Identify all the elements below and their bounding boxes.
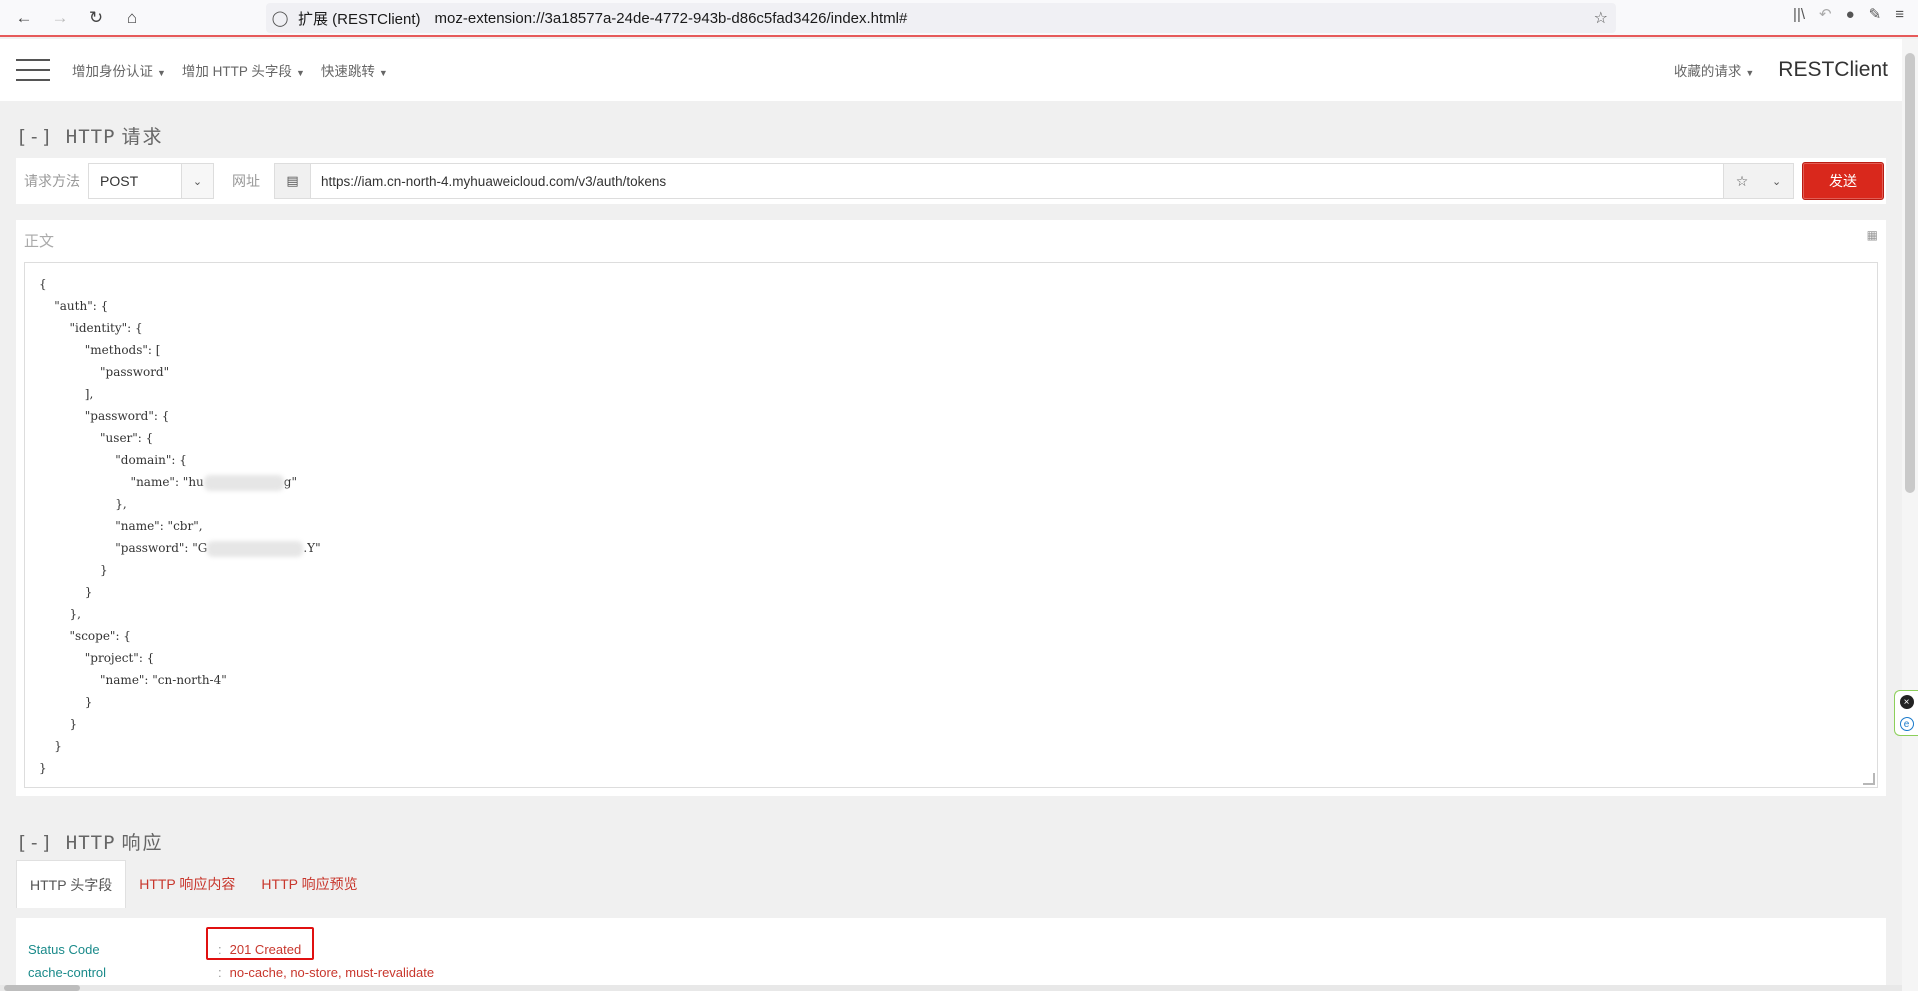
redacted-blur: [207, 540, 304, 557]
tab-response-body[interactable]: HTTP 响应内容: [126, 860, 248, 908]
chevron-down-icon[interactable]: ⌄: [181, 164, 213, 198]
app-header: 增加身份认证 ▼ 增加 HTTP 头字段 ▼ 快速跳转 ▼ 收藏的请求 ▼ RESTCl…: [0, 39, 1902, 101]
url-input[interactable]: ▤ https://iam.cn-north-4.myhuaweicloud.c…: [274, 163, 1794, 199]
code-line: "user": {: [39, 431, 154, 445]
url-label: 网址: [232, 173, 260, 189]
code-line: },: [39, 497, 127, 511]
code-line: "auth": {: [39, 299, 109, 313]
code-line: "password": [39, 365, 170, 379]
send-button[interactable]: 发送: [1802, 162, 1884, 200]
body-textarea[interactable]: { "auth": { "identity": { "methods": [ "…: [24, 262, 1878, 788]
code-line: "domain": {: [39, 453, 187, 467]
hamburger-menu-icon[interactable]: [16, 59, 50, 81]
tab-headers[interactable]: HTTP 头字段: [16, 860, 127, 908]
code-line: }: [39, 695, 93, 709]
header-value: no-cache, no-store, must-revalidate: [229, 965, 435, 980]
code-line: "scope": {: [39, 629, 131, 643]
browser-toolbar-right: ||\ ↶ ● ✎ ≡: [1793, 5, 1904, 24]
extension-label: 扩展 (RESTClient): [298, 10, 421, 28]
library-icon[interactable]: ||\: [1793, 6, 1805, 23]
method-label: 请求方法: [24, 173, 80, 189]
header-key: Status Code: [28, 942, 100, 957]
request-section-title[interactable]: [-] HTTP 请求: [16, 122, 164, 149]
reload-icon[interactable]: ↻: [78, 2, 114, 34]
star-icon: ☆: [1735, 172, 1749, 189]
address-url[interactable]: moz-extension://3a18577a-24de-4772-943b-…: [435, 10, 908, 27]
code-line: }: [39, 585, 93, 599]
method-select[interactable]: POST ⌄: [88, 163, 214, 199]
code-line: }: [39, 717, 78, 731]
code-line: "name": "hu g": [39, 474, 297, 491]
address-bar[interactable]: ◯ 扩展 (RESTClient) moz-extension://3a1857…: [266, 3, 1616, 33]
brand-title: RESTClient: [1778, 58, 1888, 81]
forward-icon[interactable]: →: [42, 2, 78, 34]
code-line: "project": {: [39, 651, 155, 665]
code-line: "password": {: [39, 409, 170, 423]
response-tabs: HTTP 头字段 HTTP 响应内容 HTTP 响应预览: [16, 860, 371, 908]
code-line: }: [39, 563, 108, 577]
favorites-menu[interactable]: 收藏的请求 ▼: [1674, 60, 1754, 80]
request-bar: 请求方法 POST ⌄ 网址 ▤ https://iam.cn-north-4.…: [16, 158, 1886, 204]
chevron-down-icon: ⌄: [1771, 175, 1782, 188]
menu-add-header[interactable]: 增加 HTTP 头字段 ▼: [182, 60, 305, 80]
menu-add-auth[interactable]: 增加身份认证 ▼: [72, 60, 166, 80]
response-section-title[interactable]: [-] HTTP 响应: [16, 828, 164, 855]
home-icon[interactable]: ⌂: [114, 2, 150, 34]
grid-icon[interactable]: ▦: [1867, 228, 1878, 242]
resize-handle-icon[interactable]: [1863, 773, 1875, 785]
side-floating-widget[interactable]: × e: [1894, 690, 1918, 736]
code-line: },: [39, 607, 81, 621]
body-panel: 正文 ▦ { "auth": { "identity": { "methods"…: [16, 220, 1886, 796]
vertical-scrollbar[interactable]: [1902, 39, 1918, 991]
menu-icon[interactable]: ≡: [1895, 6, 1904, 23]
code-line: }: [39, 761, 47, 775]
menu-quick-jump[interactable]: 快速跳转 ▼: [321, 60, 388, 80]
code-line: "password": "G .Y": [39, 540, 321, 557]
code-line: ],: [39, 387, 94, 401]
browser-toolbar: ← → ↻ ⌂ ◯ 扩展 (RESTClient) moz-extension:…: [0, 0, 1918, 37]
undo-icon[interactable]: ↶: [1819, 5, 1832, 23]
tab-response-preview[interactable]: HTTP 响应预览: [248, 860, 370, 908]
shield-icon: ◯: [271, 10, 289, 27]
document-icon: ▤: [275, 164, 311, 198]
header-row-cache-control: cache-control : no-cache, no-store, must-…: [28, 965, 435, 980]
code-line: "identity": {: [39, 321, 143, 335]
body-label: 正文: [24, 233, 55, 250]
status-highlight-box: [206, 927, 314, 960]
horizontal-scrollbar[interactable]: [0, 985, 1902, 991]
close-icon[interactable]: ×: [1899, 695, 1914, 709]
back-icon[interactable]: ←: [6, 2, 42, 34]
bookmark-star-icon[interactable]: ☆: [1594, 8, 1608, 28]
code-line: "methods": [: [39, 343, 161, 357]
code-line: "name": "cn-north-4": [39, 673, 227, 687]
code-line: }: [39, 739, 62, 753]
extensions-puzzle-icon[interactable]: ✎: [1869, 5, 1882, 23]
redacted-blur: [203, 474, 284, 491]
code-line: "name": "cbr",: [39, 519, 203, 533]
header-key: cache-control: [28, 965, 107, 980]
extension-mask-icon[interactable]: ●: [1846, 6, 1855, 23]
favorite-request-button[interactable]: ☆ ⌄: [1723, 164, 1793, 198]
e-icon[interactable]: e: [1899, 717, 1914, 731]
code-line: {: [39, 277, 47, 291]
